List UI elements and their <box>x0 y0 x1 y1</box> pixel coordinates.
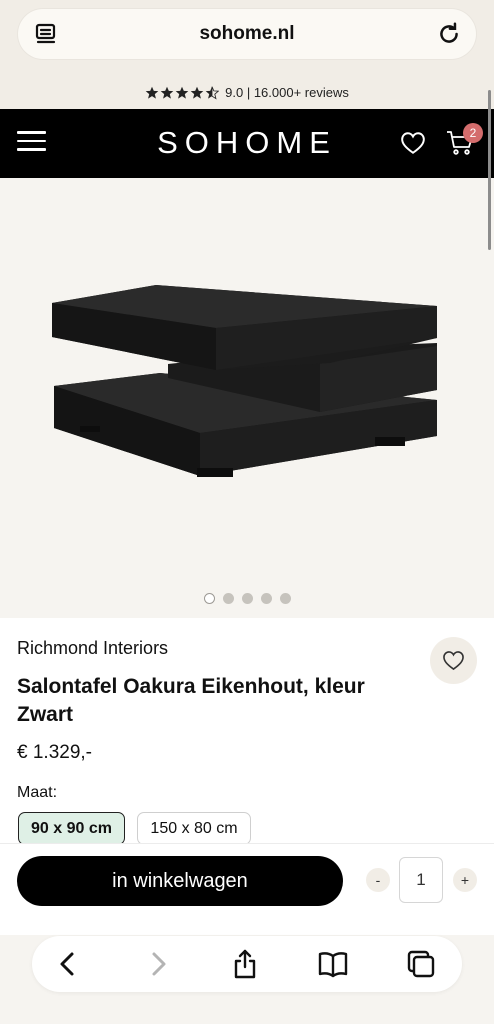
add-to-wishlist-button[interactable] <box>430 637 477 684</box>
reviews-strip[interactable]: 9.0 | 16.000+ reviews <box>0 76 494 109</box>
size-option-150x80[interactable]: 150 x 80 cm <box>137 812 251 845</box>
size-option-90x90[interactable]: 90 x 90 cm <box>18 812 125 845</box>
tabs-icon[interactable] <box>405 948 437 980</box>
product-price: € 1.329,- <box>17 742 92 763</box>
bookmarks-icon[interactable] <box>317 948 349 980</box>
gallery-dot-active[interactable] <box>203 593 215 604</box>
wishlist-heart-icon[interactable] <box>400 131 426 155</box>
star-icon <box>190 86 204 99</box>
url-text[interactable]: sohome.nl <box>18 23 476 45</box>
gallery-dot[interactable] <box>279 593 291 604</box>
back-icon[interactable] <box>52 948 84 980</box>
cart-count-badge[interactable]: 2 <box>463 123 483 143</box>
quantity-input[interactable]: 1 <box>399 857 443 903</box>
forward-icon[interactable] <box>142 948 174 980</box>
product-brand[interactable]: Richmond Interiors <box>17 638 168 659</box>
star-icon <box>145 86 159 99</box>
add-to-cart-button[interactable]: in winkelwagen <box>17 856 343 906</box>
page-scrollbar[interactable] <box>488 90 491 250</box>
browser-top-bar: sohome.nl <box>0 0 494 76</box>
coffee-table-image <box>52 285 437 477</box>
product-title: Salontafel Oakura Eikenhout, kleur Zwart <box>17 675 365 726</box>
gallery-dots <box>0 593 494 604</box>
rating-text: 9.0 | 16.000+ reviews <box>225 85 349 100</box>
reload-icon[interactable] <box>436 21 462 47</box>
quantity-increase-button[interactable]: + <box>453 868 477 892</box>
quantity-decrease-button[interactable]: - <box>366 868 390 892</box>
half-star-icon <box>205 86 220 100</box>
share-icon[interactable] <box>229 948 261 980</box>
gallery-dot[interactable] <box>260 593 272 604</box>
star-icon <box>175 86 189 99</box>
site-header: SOHOME <box>0 109 494 178</box>
gallery-dot[interactable] <box>222 593 234 604</box>
rating-stars <box>145 86 220 100</box>
gallery-dot[interactable] <box>241 593 253 604</box>
heart-icon <box>443 651 464 671</box>
star-icon <box>160 86 174 99</box>
product-image[interactable] <box>0 178 494 618</box>
address-bar[interactable]: sohome.nl <box>18 9 476 59</box>
size-label: Maat: <box>17 784 58 801</box>
